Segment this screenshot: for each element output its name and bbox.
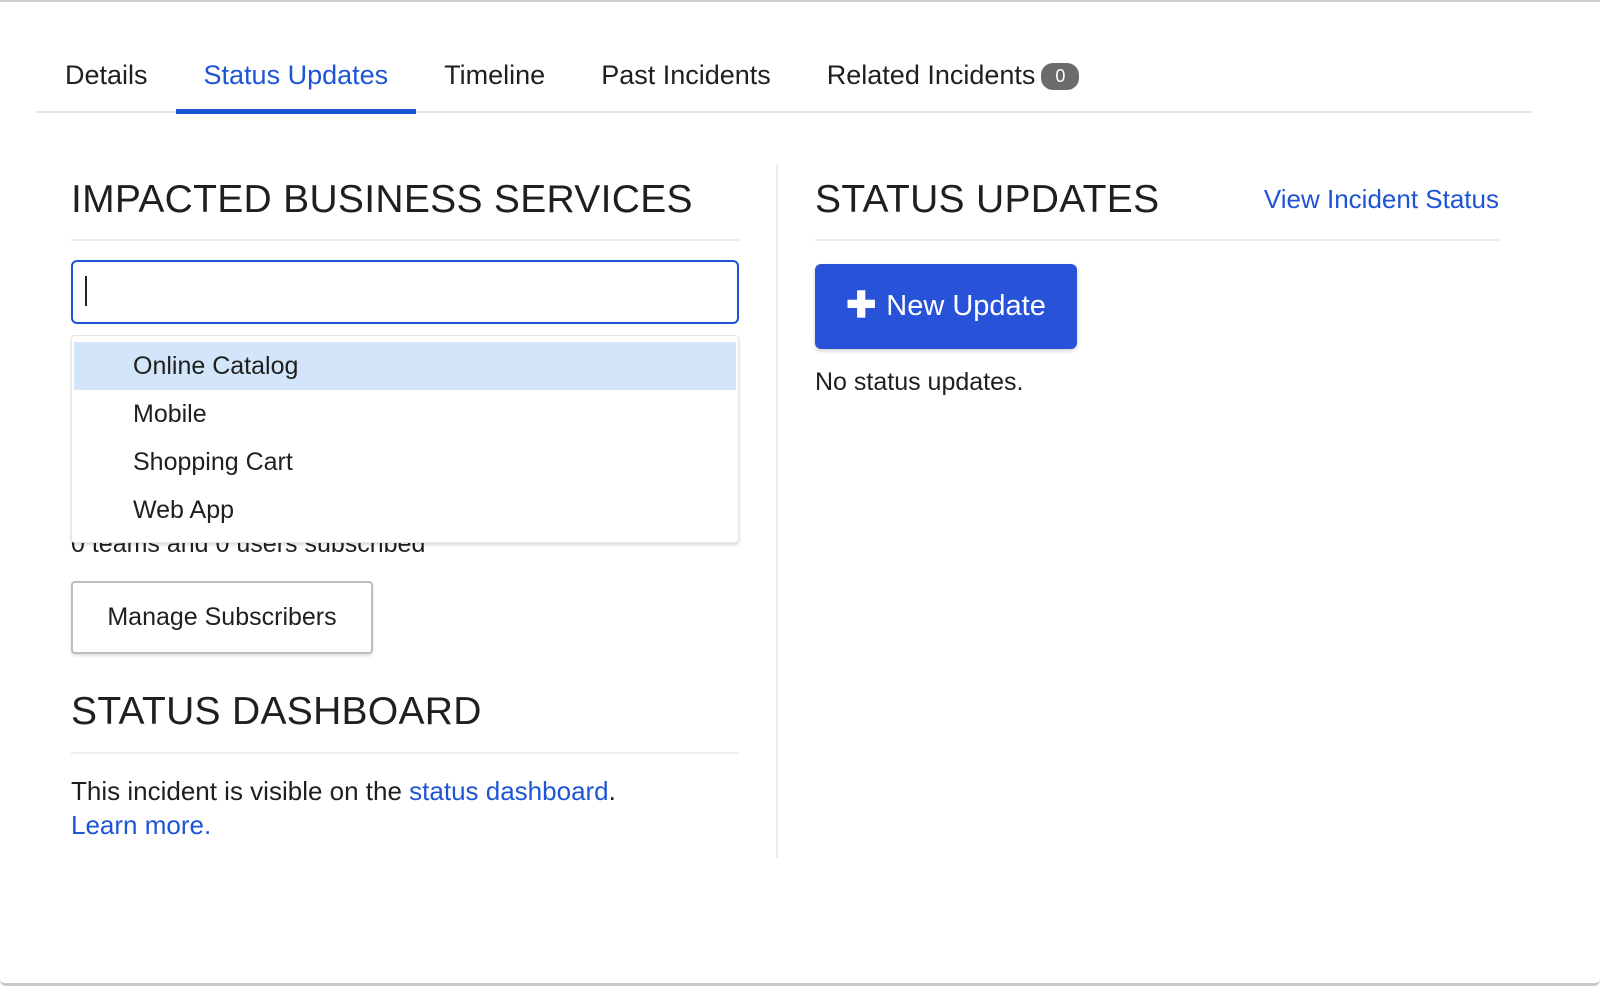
tab-label: Past Incidents	[601, 60, 771, 90]
new-update-button[interactable]: ✚ New Update	[815, 264, 1077, 349]
page-frame: Details Status Updates Timeline Past Inc…	[0, 0, 1600, 986]
dropdown-option-mobile[interactable]: Mobile	[72, 390, 738, 438]
plus-icon: ✚	[846, 284, 877, 325]
learn-more-link[interactable]: Learn more.	[71, 810, 211, 840]
impacted-services-title: IMPACTED BUSINESS SERVICES	[71, 178, 693, 221]
tab-status-updates[interactable]: Status Updates	[175, 52, 417, 114]
divider	[71, 239, 739, 241]
view-incident-status-link[interactable]: View Incident Status	[1264, 184, 1499, 215]
tab-label: Related Incidents	[826, 60, 1036, 90]
dropdown-option-shopping-cart[interactable]: Shopping Cart	[72, 438, 738, 486]
dropdown-option-web-app[interactable]: Web App	[72, 486, 738, 534]
count-badge: 0	[1041, 63, 1080, 90]
status-dashboard-title: STATUS DASHBOARD	[71, 690, 482, 733]
tab-details[interactable]: Details	[37, 52, 176, 112]
empty-state-text: No status updates.	[815, 368, 1024, 396]
business-service-search-input[interactable]	[71, 260, 739, 324]
dashboard-description: This incident is visible on the status d…	[71, 774, 616, 842]
tab-label: Details	[65, 60, 148, 90]
new-update-label: New Update	[886, 290, 1046, 322]
tab-label: Timeline	[444, 60, 546, 90]
tab-related-incidents[interactable]: Related Incidents 0	[799, 52, 1108, 112]
tab-past-incidents[interactable]: Past Incidents	[573, 52, 799, 112]
service-dropdown: Online Catalog Mobile Shopping Cart Web …	[71, 335, 739, 543]
status-dashboard-link[interactable]: status dashboard	[409, 776, 608, 806]
dashboard-text: This incident is visible on the	[71, 776, 410, 806]
divider	[71, 752, 739, 754]
tab-label: Status Updates	[203, 60, 389, 90]
dropdown-option-online-catalog[interactable]: Online Catalog	[74, 342, 736, 390]
tab-bar: Details Status Updates Timeline Past Inc…	[37, 52, 1531, 114]
column-divider	[776, 164, 778, 858]
tab-timeline[interactable]: Timeline	[416, 52, 573, 112]
period: .	[608, 776, 616, 806]
manage-subscribers-button[interactable]: Manage Subscribers	[71, 581, 373, 654]
text-caret	[85, 276, 87, 306]
status-updates-title: STATUS UPDATES	[815, 178, 1160, 221]
divider	[815, 239, 1499, 241]
